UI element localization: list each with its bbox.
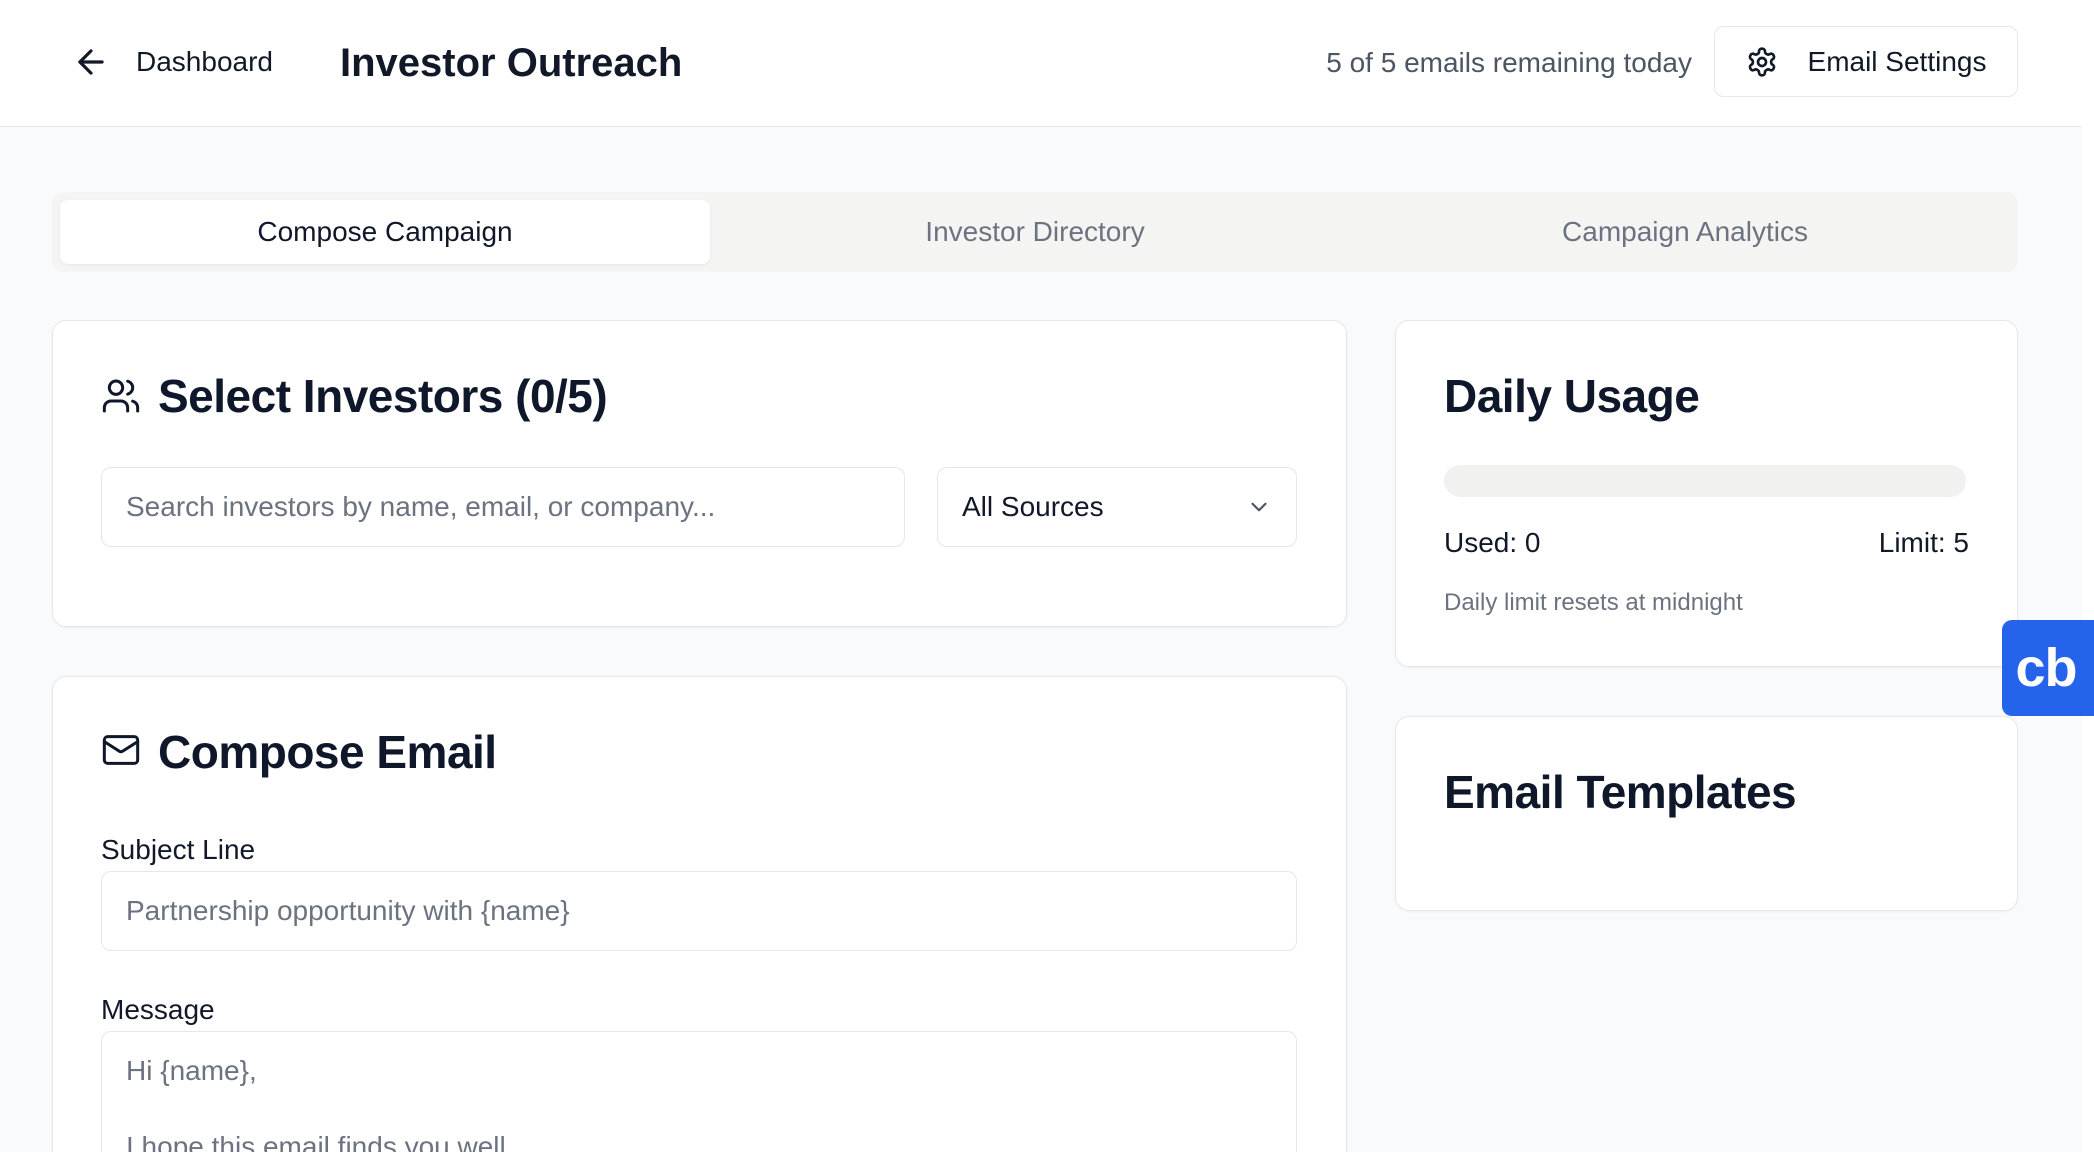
source-filter-value: All Sources [962,491,1104,522]
compose-email-card: Compose Email Subject Line Message [52,676,1347,1152]
email-templates-title: Email Templates [1444,766,1797,818]
back-link-label: Dashboard [136,46,273,77]
limit-count: Limit: 5 [1878,527,1969,558]
gear-icon [1748,46,1775,77]
subject-line-input[interactable] [101,871,1297,951]
daily-usage-title: Daily Usage [1444,370,1700,422]
page-title: Investor Outreach [340,41,683,85]
tab-campaign-analytics[interactable]: Campaign Analytics [1360,200,2010,264]
top-header: Dashboard Investor Outreach 5 of 5 email… [0,0,2082,127]
back-to-dashboard-link[interactable]: Dashboard [72,38,273,86]
email-settings-button[interactable]: Email Settings [1714,26,2018,97]
scrollbar-track[interactable] [2082,0,2094,1152]
arrow-left-icon [78,49,104,75]
tab-compose-campaign[interactable]: Compose Campaign [60,200,710,264]
message-label: Message [101,994,215,1025]
message-textarea[interactable] [101,1031,1297,1152]
tab-investor-directory[interactable]: Investor Directory [710,200,1360,264]
users-icon [102,379,140,413]
email-templates-card: Email Templates [1395,716,2018,911]
select-investors-title: Select Investors (0/5) [158,370,608,422]
daily-usage-card: Daily Usage Used: 0 Limit: 5 Daily limit… [1395,320,2018,667]
compose-email-title: Compose Email [158,726,497,778]
mail-icon [102,735,140,765]
investor-search-input[interactable] [101,467,905,547]
source-filter-select[interactable]: All Sources [937,467,1297,547]
select-investors-card: Select Investors (0/5) All Sources [52,320,1347,627]
reset-note: Daily limit resets at midnight [1444,589,1743,616]
used-count: Used: 0 [1444,527,1541,558]
chevron-down-icon [1251,502,1267,512]
email-settings-label: Email Settings [1807,45,1987,77]
emails-remaining-text: 5 of 5 emails remaining today [1326,47,1692,78]
tab-list: Compose Campaign Investor Directory Camp… [52,192,2018,272]
cb-floating-badge[interactable]: cb [2002,620,2094,716]
usage-progress-bar [1444,465,1966,497]
subject-line-label: Subject Line [101,834,256,865]
